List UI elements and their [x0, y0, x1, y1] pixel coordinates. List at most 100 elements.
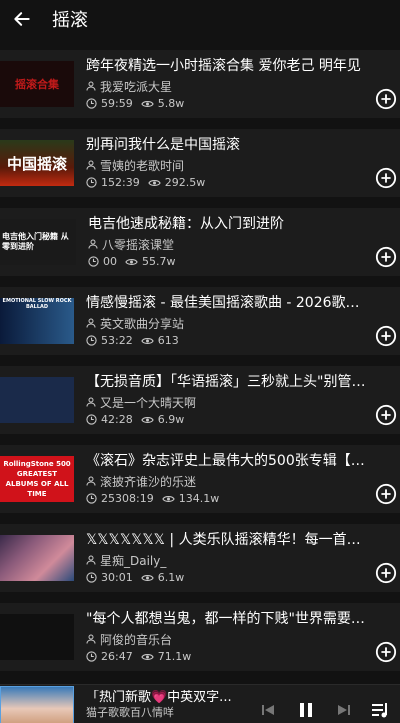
video-title[interactable]: "每个人都想当鬼，都一样的下贱"世界需要摇滚，...: [86, 610, 368, 628]
eye-icon: [147, 178, 161, 188]
player-author: 猫子歌歌百八情咩: [86, 706, 174, 719]
playlist-icon: [372, 703, 387, 718]
add-circle-icon[interactable]: [375, 167, 397, 189]
video-thumbnail[interactable]: 电吉他入门秘籍 从零到进阶: [0, 219, 76, 265]
video-views: 292.5w: [164, 176, 206, 189]
video-duration: 30:01: [101, 571, 133, 584]
player-thumbnail[interactable]: [0, 686, 74, 723]
user-icon: [86, 160, 96, 170]
user-icon: [86, 397, 96, 407]
add-circle-icon[interactable]: [375, 246, 397, 268]
video-thumbnail[interactable]: EMOTIONAL SLOW ROCK BALLAD: [0, 298, 74, 344]
video-author[interactable]: 英文歌曲分享站: [100, 315, 184, 332]
video-item[interactable]: RollingStone 500 GREATEST ALBUMS OF ALL …: [0, 445, 400, 513]
video-duration: 53:22: [101, 334, 133, 347]
video-item[interactable]: 【无损音质】「华语摇滚」三秒就上头"别管明天... 又是一个大晴天啊 42:28…: [0, 366, 400, 434]
video-duration: 59:59: [101, 97, 133, 110]
video-author[interactable]: 阿俊的音乐台: [100, 631, 172, 648]
video-author[interactable]: 滚披齐谁沙的乐迷: [100, 473, 196, 490]
thumbnail-text: 电吉他入门秘籍 从零到进阶: [2, 232, 69, 251]
video-author[interactable]: 我爱吃派大星: [100, 78, 172, 95]
thumbnail-text: 中国摇滚: [6, 154, 67, 173]
video-thumbnail[interactable]: 摇滚合集: [0, 61, 74, 107]
user-icon: [86, 555, 96, 565]
add-circle-icon[interactable]: [375, 483, 397, 505]
thumbnail-text: RollingStone 500 GREATEST ALBUMS OF ALL …: [3, 460, 71, 498]
eye-icon: [161, 494, 175, 504]
pause-icon: [300, 703, 312, 717]
clock-icon: [86, 98, 97, 109]
video-duration: 00: [103, 255, 117, 268]
add-circle-icon[interactable]: [375, 562, 397, 584]
video-duration: 42:28: [101, 413, 133, 426]
video-item[interactable]: 中国摇滚 别再问我什么是中国摇滚 雪姨的老歌时间 152:39 292.5w: [0, 129, 400, 197]
video-duration: 26:47: [101, 650, 133, 663]
clock-icon: [86, 414, 97, 425]
user-icon: [88, 239, 98, 249]
video-author[interactable]: 八零摇滚课堂: [102, 236, 174, 253]
user-icon: [86, 476, 96, 486]
video-views: 134.1w: [178, 492, 220, 505]
video-item[interactable]: "每个人都想当鬼，都一样的下贱"世界需要摇滚，... 阿俊的音乐台 26:47 7…: [0, 603, 400, 671]
mini-player[interactable]: 「热门新歌💗中英双字... 猫子歌歌百八情咩: [0, 684, 400, 723]
video-views: 6.1w: [157, 571, 185, 584]
next-button[interactable]: [333, 699, 355, 721]
eye-icon: [140, 652, 154, 662]
video-title[interactable]: 电吉他速成秘籍：从入门到进阶: [88, 215, 370, 233]
skip-next-icon: [338, 705, 350, 715]
video-views: 55.7w: [142, 255, 176, 268]
add-circle-icon[interactable]: [375, 325, 397, 347]
clock-icon: [86, 651, 97, 662]
clock-icon: [86, 572, 97, 583]
app-header: 摇滚: [0, 0, 400, 38]
video-duration: 152:39: [101, 176, 140, 189]
eye-icon: [140, 336, 154, 346]
video-thumbnail[interactable]: [0, 535, 74, 581]
video-title[interactable]: 【无损音质】「华语摇滚」三秒就上头"别管明天...: [86, 373, 368, 391]
arrow-left-icon: [14, 12, 30, 26]
video-author[interactable]: 星痴_Daily_: [100, 552, 166, 569]
video-views: 6.9w: [157, 413, 185, 426]
video-item[interactable]: 𝕏𝕏𝕏𝕏𝕏𝕏𝕏 | 人类乐队摇滚精华！每一首都是极品！... 星痴_Daily_…: [0, 524, 400, 592]
video-views: 613: [157, 334, 179, 347]
clock-icon: [86, 335, 97, 346]
thumbnail-text: EMOTIONAL SLOW ROCK BALLAD: [2, 298, 72, 310]
video-author[interactable]: 雪姨的老歌时间: [100, 157, 184, 174]
video-thumbnail[interactable]: [0, 614, 74, 660]
page-title: 摇滚: [52, 10, 88, 31]
eye-icon: [140, 415, 154, 425]
video-author[interactable]: 又是一个大晴天啊: [100, 394, 196, 411]
video-title[interactable]: 《滚石》杂志评史上最伟大的500张专辑【全集整...: [86, 452, 368, 470]
playlist-button[interactable]: [370, 699, 392, 721]
user-icon: [86, 634, 96, 644]
video-item[interactable]: 电吉他入门秘籍 从零到进阶 电吉他速成秘籍：从入门到进阶 八零摇滚课堂 00 55…: [0, 208, 400, 276]
video-views: 5.8w: [157, 97, 185, 110]
pause-button[interactable]: [295, 699, 317, 721]
video-thumbnail[interactable]: [0, 377, 74, 423]
add-circle-icon[interactable]: [375, 404, 397, 426]
eye-icon: [140, 573, 154, 583]
previous-button[interactable]: [257, 699, 279, 721]
eye-icon: [140, 99, 154, 109]
video-title[interactable]: 𝕏𝕏𝕏𝕏𝕏𝕏𝕏 | 人类乐队摇滚精华！每一首都是极品！...: [86, 531, 368, 549]
user-icon: [86, 81, 96, 91]
video-thumbnail[interactable]: RollingStone 500 GREATEST ALBUMS OF ALL …: [0, 456, 74, 502]
video-title[interactable]: 别再问我什么是中国摇滚: [86, 136, 368, 154]
video-title[interactable]: 情感慢摇滚 - 最佳美国摇滚歌曲 - 2026歌单🎸 -Not...: [86, 294, 368, 312]
video-views: 71.1w: [157, 650, 192, 663]
clock-icon: [86, 177, 97, 188]
player-title[interactable]: 「热门新歌💗中英双字...: [86, 690, 246, 706]
video-item[interactable]: 摇滚合集 跨年夜精选一小时摇滚合集 爱你老己 明年见 我爱吃派大星 59:59 5…: [0, 50, 400, 118]
video-thumbnail[interactable]: 中国摇滚: [0, 140, 74, 186]
video-duration: 25308:19: [101, 492, 154, 505]
clock-icon: [86, 493, 97, 504]
video-list: 摇滚合集 跨年夜精选一小时摇滚合集 爱你老己 明年见 我爱吃派大星 59:59 5…: [0, 50, 400, 682]
add-circle-icon[interactable]: [375, 641, 397, 663]
video-item[interactable]: EMOTIONAL SLOW ROCK BALLAD 情感慢摇滚 - 最佳美国摇…: [0, 287, 400, 355]
back-button[interactable]: [8, 5, 36, 33]
clock-icon: [88, 256, 99, 267]
video-title[interactable]: 跨年夜精选一小时摇滚合集 爱你老己 明年见: [86, 57, 368, 75]
add-circle-icon[interactable]: [375, 88, 397, 110]
user-icon: [86, 318, 96, 328]
eye-icon: [125, 257, 138, 267]
